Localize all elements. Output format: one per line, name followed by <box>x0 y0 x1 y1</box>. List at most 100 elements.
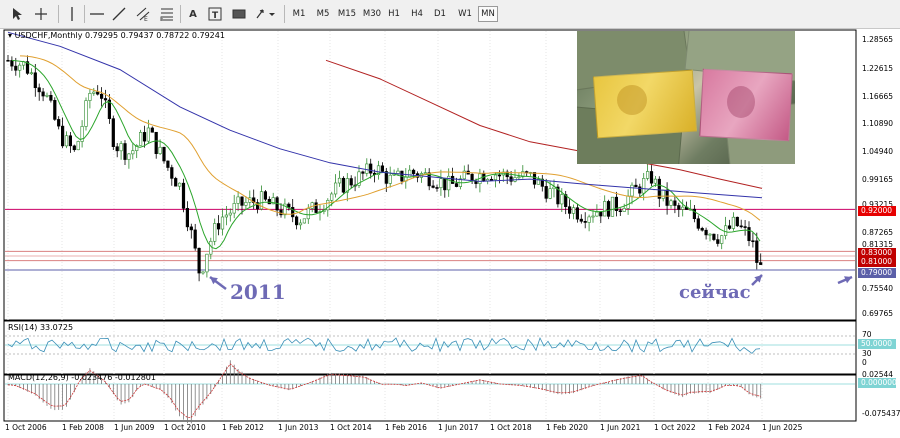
vertical-line-icon[interactable] <box>64 5 80 23</box>
candle-body <box>470 173 474 182</box>
candle-body <box>720 235 724 244</box>
candle-body <box>189 226 193 231</box>
timeframe-d1[interactable]: D1 <box>431 6 449 22</box>
rsi-path <box>7 336 761 354</box>
horizontal-line-icon[interactable] <box>88 5 106 23</box>
candle-body <box>532 172 537 185</box>
candle-body <box>123 143 127 160</box>
arrow-2011 <box>209 276 227 290</box>
candle-body <box>665 189 669 206</box>
candle-body <box>88 93 92 101</box>
price-tag-079: 0.79000 <box>858 268 896 278</box>
price-tick: 1.16665 <box>862 92 894 101</box>
timeframe-m5[interactable]: M5 <box>313 6 333 22</box>
candle-body <box>310 202 314 209</box>
timeframe-m30[interactable]: M30 <box>361 6 383 22</box>
price-tick: 0.99165 <box>862 175 894 184</box>
timeframe-m1[interactable]: M1 <box>289 6 309 22</box>
candle-body <box>302 218 307 224</box>
candle-body <box>681 206 685 210</box>
candle-body <box>431 185 435 188</box>
trendline-icon[interactable] <box>110 5 128 23</box>
candle-body <box>677 205 681 210</box>
candle-body <box>525 171 529 173</box>
price-tag-092: 0.92000 <box>858 206 896 216</box>
text-tool-icon[interactable]: A <box>184 5 202 23</box>
candle-body <box>595 211 599 217</box>
candle-body <box>435 187 439 189</box>
channel-icon[interactable]: E <box>134 5 152 23</box>
candle-body <box>653 178 657 184</box>
candle-body <box>645 171 650 179</box>
timeframe-m15[interactable]: M15 <box>336 6 358 22</box>
rectangle-icon[interactable] <box>230 5 248 23</box>
ohlc-values: 0.79295 0.79437 0.78722 0.79241 <box>84 31 225 40</box>
candle-body <box>166 160 170 168</box>
candle-body <box>330 193 334 201</box>
collapse-arrow-icon[interactable]: ▾ <box>8 31 12 40</box>
price-tick: 1.22615 <box>862 64 894 73</box>
candle-body <box>743 226 747 228</box>
fibonacci-icon[interactable]: F <box>158 5 176 23</box>
candle-body <box>267 198 271 205</box>
candle-body <box>739 225 743 228</box>
date-tick: 1 Feb 2012 <box>222 423 264 432</box>
price-tick: 0.75540 <box>862 284 894 293</box>
candle-body <box>174 178 178 187</box>
candle-body <box>599 211 603 217</box>
date-tick: 1 Feb 2016 <box>385 423 427 432</box>
candle-body <box>634 184 638 188</box>
text-label-icon[interactable]: T <box>206 5 224 23</box>
timeframe-mn[interactable]: MN <box>478 6 498 22</box>
candle-body <box>217 223 221 230</box>
candle-body <box>747 227 751 242</box>
crosshair-tool-icon[interactable] <box>32 5 50 23</box>
candle-body <box>450 175 455 184</box>
chart-window[interactable]: ▾ USDCHF,Monthly 0.79295 0.79437 0.78722… <box>0 29 900 438</box>
candle-body <box>489 178 494 181</box>
cursor-tool-icon[interactable] <box>8 5 26 23</box>
candle-body <box>142 132 147 142</box>
candle-body <box>72 145 76 151</box>
price-tag-081: 0.81000 <box>858 257 896 267</box>
candle-body <box>337 177 342 184</box>
candle-body <box>68 135 72 147</box>
svg-text:E: E <box>144 16 148 21</box>
candle-body <box>723 225 728 236</box>
candle-body <box>493 174 498 181</box>
timeframe-h4[interactable]: H4 <box>408 6 426 22</box>
date-tick: 1 Jun 2017 <box>438 423 479 432</box>
candle-body <box>735 216 739 227</box>
candle-body <box>279 209 283 216</box>
date-tick: 1 Feb 2008 <box>62 423 104 432</box>
date-tick: 1 Jun 2021 <box>600 423 641 432</box>
date-tick: 1 Jun 2009 <box>114 423 155 432</box>
date-tick: 1 Feb 2020 <box>546 423 588 432</box>
arrows-dropdown-icon[interactable] <box>254 5 276 23</box>
candle-body <box>606 201 611 217</box>
rsi-line <box>5 335 855 355</box>
candle-body <box>630 184 634 197</box>
candle-body <box>224 214 229 218</box>
candle-body <box>755 240 759 263</box>
candle-body <box>638 186 642 194</box>
candle-body <box>517 176 521 179</box>
candle-body <box>369 163 373 174</box>
candle-body <box>220 216 225 230</box>
candle-body <box>10 60 14 67</box>
candle-body <box>154 131 158 154</box>
candle-body <box>41 91 45 97</box>
candle-body <box>193 229 197 249</box>
candle-body <box>661 189 665 199</box>
timeframe-w1[interactable]: W1 <box>455 6 475 22</box>
candle-body <box>591 215 595 218</box>
candle-body <box>509 176 513 182</box>
candle-body <box>727 225 732 229</box>
candle-body <box>162 146 166 162</box>
horizontal-levels <box>5 208 855 271</box>
candle-body <box>131 150 135 155</box>
timeframe-h1[interactable]: H1 <box>385 6 403 22</box>
candle-body <box>544 186 548 199</box>
symbol-header: ▾ USDCHF,Monthly 0.79295 0.79437 0.78722… <box>8 31 225 40</box>
price-tick: 1.04940 <box>862 147 894 156</box>
